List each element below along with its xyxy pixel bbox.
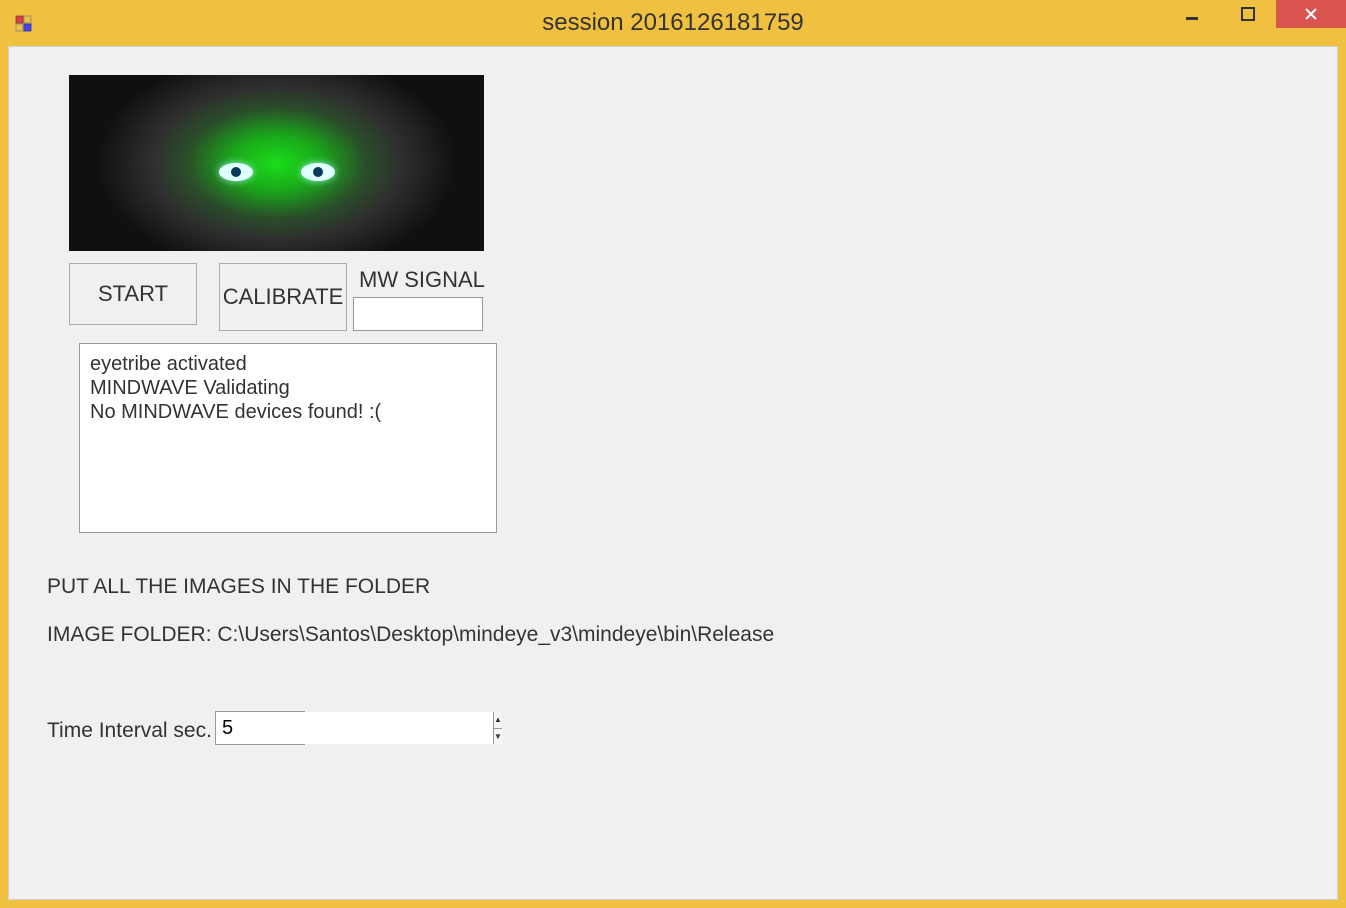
minimize-button[interactable] [1164, 0, 1220, 28]
client-area: START CALIBRATE MW SIGNAL eyetribe activ… [8, 46, 1338, 900]
mw-signal-label: MW SIGNAL [359, 267, 485, 293]
image-folder-label: IMAGE FOLDER: C:\Users\Santos\Desktop\mi… [47, 623, 774, 647]
window-title: session 2016126181759 [542, 9, 804, 37]
maximize-button[interactable] [1220, 0, 1276, 28]
left-eye-icon [219, 163, 253, 181]
time-interval-input[interactable] [216, 712, 493, 744]
folder-path: C:\Users\Santos\Desktop\mindeye_v3\minde… [217, 623, 774, 646]
instruction-label: PUT ALL THE IMAGES IN THE FOLDER [47, 575, 430, 599]
stepper-down-button[interactable]: ▼ [494, 729, 502, 745]
time-interval-stepper[interactable]: ▲ ▼ [215, 711, 305, 745]
titlebar[interactable]: session 2016126181759 [0, 0, 1346, 46]
window-controls [1164, 0, 1346, 28]
app-icon [14, 14, 34, 34]
time-interval-label: Time Interval sec. [47, 719, 212, 743]
right-eye-icon [301, 163, 335, 181]
folder-prefix: IMAGE FOLDER: [47, 623, 217, 646]
mw-signal-input[interactable] [353, 297, 483, 331]
log-textarea[interactable]: eyetribe activated MINDWAVE Validating N… [79, 343, 497, 533]
app-window: session 2016126181759 START CALIBRATE MW… [0, 0, 1346, 908]
close-button[interactable] [1276, 0, 1346, 28]
eye-tracker-image [69, 75, 484, 251]
start-button[interactable]: START [69, 263, 197, 325]
stepper-buttons: ▲ ▼ [493, 712, 502, 744]
calibrate-button[interactable]: CALIBRATE [219, 263, 347, 331]
stepper-up-button[interactable]: ▲ [494, 712, 502, 729]
